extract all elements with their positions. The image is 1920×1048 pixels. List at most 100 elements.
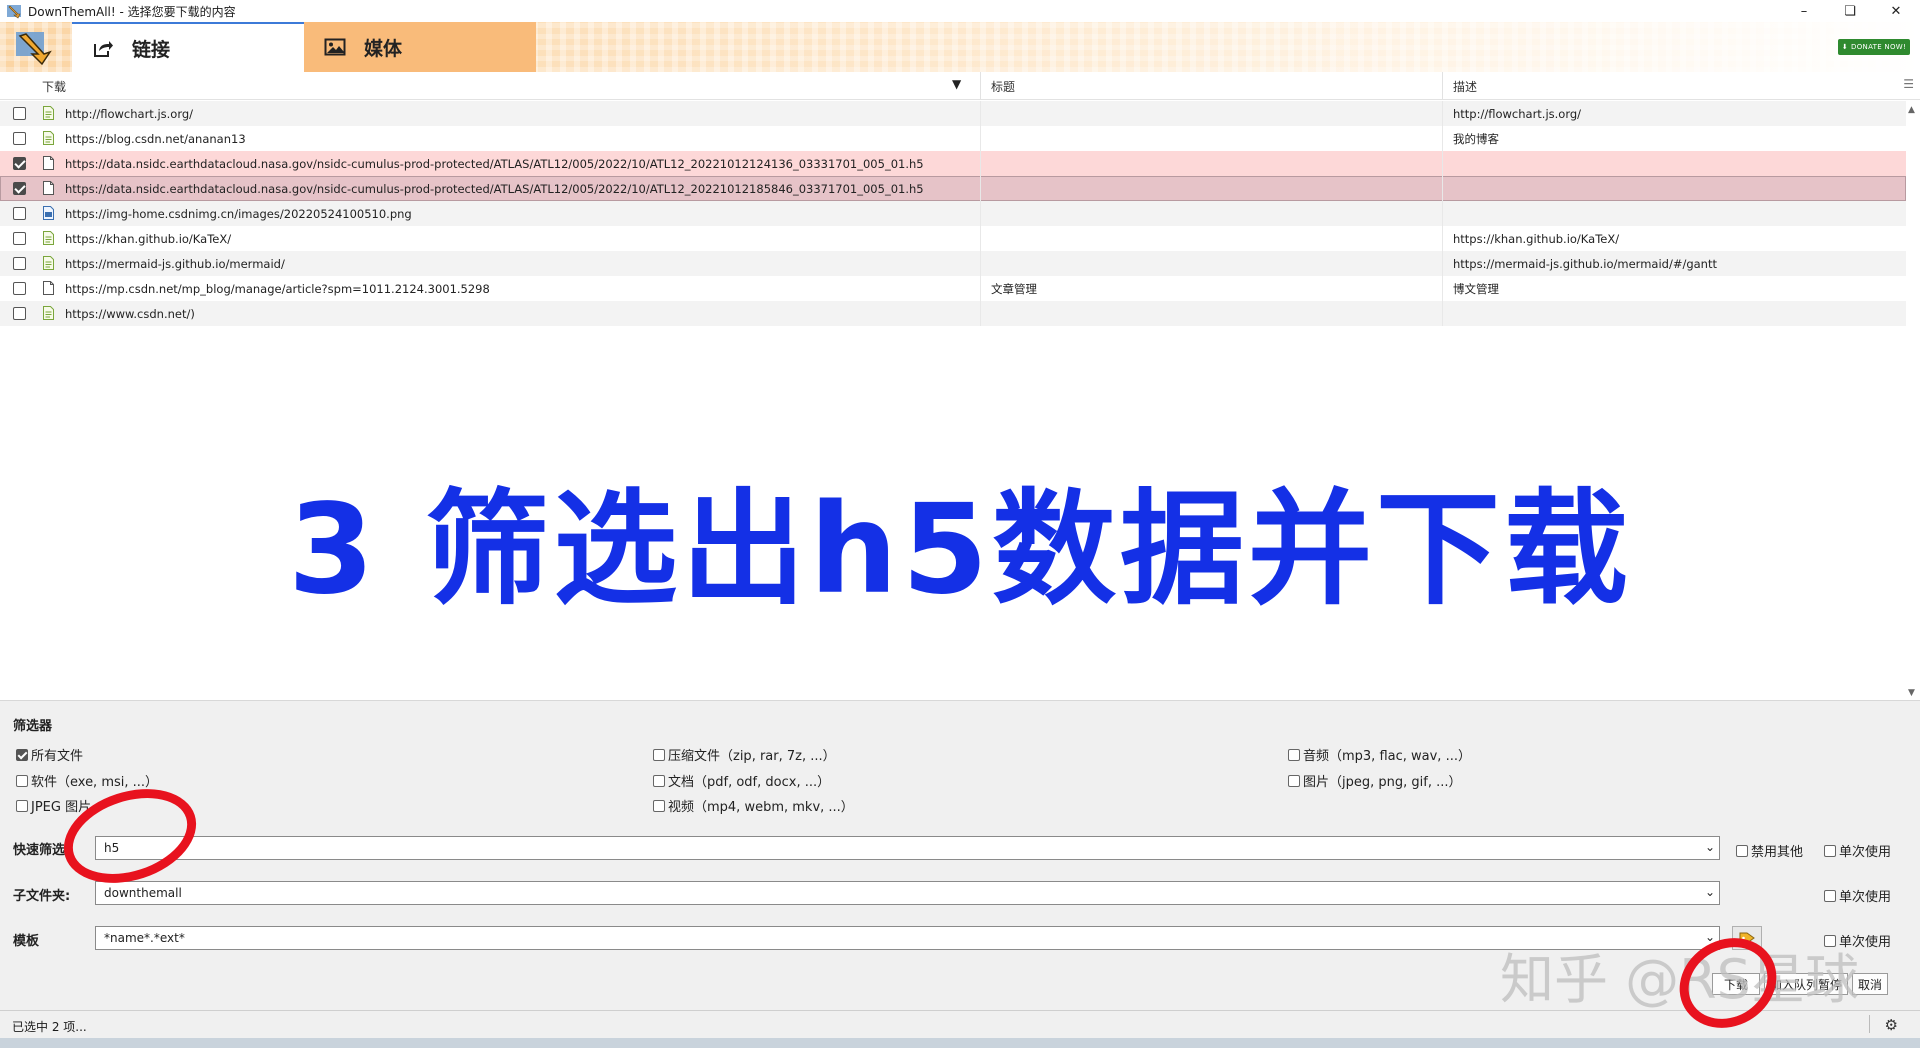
file-icon bbox=[43, 181, 54, 195]
checkbox[interactable] bbox=[653, 748, 665, 761]
image-icon bbox=[324, 38, 346, 56]
row-description bbox=[1442, 301, 1906, 326]
row-title bbox=[980, 151, 1442, 176]
overlay-caption: 3 筛选出h5数据并下载 bbox=[287, 478, 1632, 622]
row-description: http://flowchart.js.org/ bbox=[1442, 101, 1906, 126]
row-url: https://mermaid-js.github.io/mermaid/ bbox=[65, 256, 285, 271]
row-url: https://www.csdn.net/) bbox=[65, 306, 195, 321]
sort-down-icon[interactable]: ▼ bbox=[952, 77, 961, 91]
row-checkbox[interactable] bbox=[13, 282, 26, 295]
table-row[interactable]: http://flowchart.js.org/http://flowchart… bbox=[0, 101, 1906, 126]
column-header-title[interactable]: 标题 bbox=[980, 72, 1442, 100]
filter-all-files[interactable]: 所有文件 bbox=[16, 745, 83, 764]
row-title: 文章管理 bbox=[980, 276, 1442, 301]
filter-images[interactable]: 图片（jpeg, png, gif, ...） bbox=[1288, 771, 1462, 790]
checkbox[interactable] bbox=[16, 799, 28, 812]
gear-icon[interactable]: ⚙ bbox=[1885, 1016, 1898, 1034]
disable-others-checkbox[interactable]: 禁用其他 bbox=[1736, 841, 1803, 860]
template-input[interactable]: *name*.*ext* ⌄ bbox=[95, 926, 1720, 950]
taskbar-strip bbox=[0, 1038, 1920, 1048]
tab-links[interactable]: 链接 bbox=[72, 22, 304, 72]
checkbox[interactable] bbox=[653, 799, 665, 812]
quick-filter-label: 快速筛选 bbox=[13, 843, 66, 858]
row-checkbox[interactable] bbox=[13, 257, 26, 270]
maximize-button[interactable]: ❏ bbox=[1828, 0, 1872, 22]
chevron-down-icon[interactable]: ⌄ bbox=[1705, 885, 1715, 899]
row-checkbox[interactable] bbox=[13, 232, 26, 245]
donate-label: DONATE NOW! bbox=[1851, 43, 1907, 51]
row-checkbox[interactable] bbox=[13, 132, 26, 145]
table-row[interactable]: https://data.nsidc.earthdatacloud.nasa.g… bbox=[0, 176, 1906, 201]
table-row[interactable]: https://blog.csdn.net/ananan13 我的博客 bbox=[0, 126, 1906, 151]
watermark: 知乎 @RS星球 bbox=[1500, 948, 1859, 1011]
window-title: DownThemAll! - 选择您要下载的内容 bbox=[28, 4, 236, 19]
row-description: https://khan.github.io/KaTeX/ bbox=[1442, 226, 1906, 251]
checkbox[interactable] bbox=[16, 774, 28, 787]
column-menu-icon[interactable]: ☰ bbox=[1903, 77, 1914, 91]
webpage-icon bbox=[43, 131, 54, 145]
tab-media[interactable]: 媒体 bbox=[304, 22, 536, 72]
filter-documents[interactable]: 文档（pdf, odf, docx, ...） bbox=[653, 771, 830, 790]
filter-software[interactable]: 软件（exe, msi, ...） bbox=[16, 771, 158, 790]
table-row[interactable]: https://mp.csdn.net/mp_blog/manage/artic… bbox=[0, 276, 1906, 301]
quick-filter-once-checkbox[interactable]: 单次使用 bbox=[1824, 841, 1891, 860]
donate-button[interactable]: ⬇ DONATE NOW! bbox=[1838, 39, 1910, 55]
checkbox[interactable] bbox=[1288, 748, 1300, 761]
close-button[interactable]: ✕ bbox=[1874, 0, 1918, 22]
filter-label: 所有文件 bbox=[31, 749, 84, 764]
table-row[interactable]: https://img-home.csdnimg.cn/images/20220… bbox=[0, 201, 1906, 226]
checkbox[interactable] bbox=[16, 748, 28, 761]
filter-archives[interactable]: 压缩文件（zip, rar, 7z, ...） bbox=[653, 745, 836, 764]
scroll-down-icon[interactable]: ▼ bbox=[1908, 688, 1915, 698]
row-url: http://flowchart.js.org/ bbox=[65, 106, 194, 121]
row-title bbox=[980, 101, 1442, 126]
checkbox[interactable] bbox=[1824, 889, 1836, 902]
subfolder-once-checkbox[interactable]: 单次使用 bbox=[1824, 886, 1891, 905]
table-body: http://flowchart.js.org/http://flowchart… bbox=[0, 101, 1906, 326]
filter-label: 软件（exe, msi, ...） bbox=[31, 775, 159, 790]
table-row[interactable]: https://khan.github.io/KaTeX/https://kha… bbox=[0, 226, 1906, 251]
status-text: 已选中 2 项... bbox=[12, 1020, 87, 1034]
table-header: 下载 ▼ 标题 描述 ☰ bbox=[0, 72, 1920, 100]
row-url: https://img-home.csdnimg.cn/images/20220… bbox=[65, 206, 412, 221]
quick-filter-input[interactable]: h5 ⌄ bbox=[95, 836, 1720, 860]
row-checkbox[interactable] bbox=[13, 182, 26, 195]
downthemall-logo-icon bbox=[16, 32, 52, 66]
table-row[interactable]: https://mermaid-js.github.io/mermaid/htt… bbox=[0, 251, 1906, 276]
scroll-up-icon[interactable]: ▲ bbox=[1908, 105, 1915, 115]
row-description: 博文管理 bbox=[1442, 276, 1906, 301]
file-icon bbox=[43, 156, 54, 170]
row-url: https://khan.github.io/KaTeX/ bbox=[65, 231, 232, 246]
checkbox[interactable] bbox=[653, 774, 665, 787]
webpage-icon bbox=[43, 256, 54, 270]
filter-label: 音频（mp3, flac, wav, ...） bbox=[1303, 749, 1471, 764]
header: 链接 媒体 ⬇ DONATE NOW! bbox=[0, 22, 1920, 72]
status-divider bbox=[1869, 1015, 1870, 1033]
table-row[interactable]: https://www.csdn.net/) bbox=[0, 301, 1906, 326]
minimize-button[interactable]: – bbox=[1782, 0, 1826, 22]
filter-jpeg[interactable]: JPEG 图片 bbox=[16, 796, 91, 815]
tab-media-label: 媒体 bbox=[364, 37, 403, 60]
subfolder-input[interactable]: downthemall ⌄ bbox=[95, 881, 1720, 905]
row-checkbox[interactable] bbox=[13, 107, 26, 120]
row-checkbox[interactable] bbox=[13, 307, 26, 320]
option-label: 禁用其他 bbox=[1751, 845, 1804, 860]
row-url: https://mp.csdn.net/mp_blog/manage/artic… bbox=[65, 281, 490, 296]
column-header-description[interactable]: 描述 bbox=[1442, 72, 1906, 100]
webpage-icon bbox=[43, 106, 54, 120]
checkbox[interactable] bbox=[1824, 844, 1836, 857]
option-label: 单次使用 bbox=[1839, 890, 1892, 905]
chevron-down-icon[interactable]: ⌄ bbox=[1705, 840, 1715, 854]
filters-title: 筛选器 bbox=[13, 719, 53, 734]
table-row[interactable]: https://data.nsidc.earthdatacloud.nasa.g… bbox=[0, 151, 1906, 176]
file-icon bbox=[43, 281, 54, 295]
row-checkbox[interactable] bbox=[13, 157, 26, 170]
column-header-download[interactable]: 下载 bbox=[32, 72, 980, 100]
checkbox[interactable] bbox=[1288, 774, 1300, 787]
title-bar: DownThemAll! - 选择您要下载的内容 – ❏ ✕ bbox=[0, 0, 1920, 22]
row-description: 我的博客 bbox=[1442, 126, 1906, 151]
row-checkbox[interactable] bbox=[13, 207, 26, 220]
checkbox[interactable] bbox=[1736, 844, 1748, 857]
filter-audio[interactable]: 音频（mp3, flac, wav, ...） bbox=[1288, 745, 1471, 764]
filter-video[interactable]: 视频（mp4, webm, mkv, ...） bbox=[653, 796, 854, 815]
